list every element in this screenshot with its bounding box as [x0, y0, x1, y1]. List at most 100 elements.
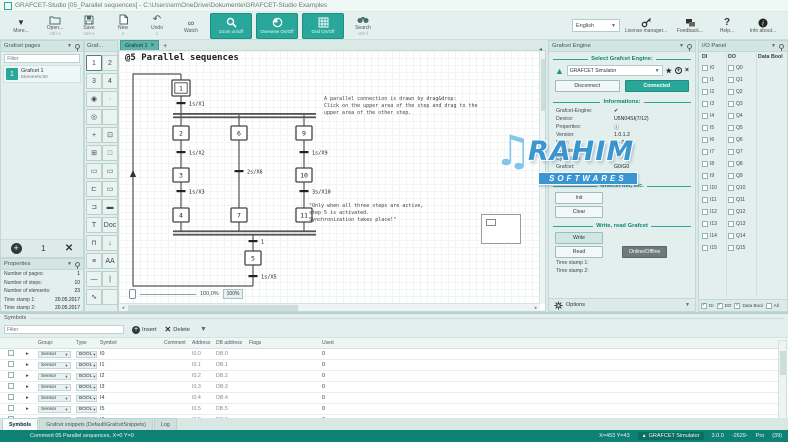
insert-button[interactable]: + Insert — [132, 326, 157, 334]
palette-item[interactable]: T — [86, 217, 102, 233]
io-filter-toggle[interactable]: All — [766, 303, 779, 309]
transition[interactable] — [249, 240, 258, 242]
scroll-left-icon[interactable]: ◂ — [119, 305, 127, 311]
grafcet-canvas[interactable]: @5 Parallel sequences — [118, 50, 546, 312]
palette-item[interactable]: ▬ — [102, 199, 118, 215]
bottom-tab[interactable]: Grafcet snippets (Default\GrafcetSnippet… — [39, 418, 153, 430]
chevron-down-icon[interactable]: ▼ — [685, 302, 690, 308]
do-checkbox[interactable] — [728, 113, 734, 119]
init-button[interactable]: Init — [555, 192, 603, 204]
palette-item[interactable]: ⊡ — [102, 127, 118, 143]
palette-item[interactable]: ▭ — [102, 181, 118, 197]
feedback-button[interactable]: Feedback... — [672, 13, 708, 39]
page-list-item[interactable]: 1 Grafcet 1 Elements:50 — [3, 65, 81, 83]
close-tab-icon[interactable]: × — [151, 43, 155, 49]
type-dropdown[interactable]: BOOL▼ — [76, 373, 97, 380]
palette-item[interactable]: 4 — [102, 73, 118, 89]
symbol-row[interactable]: ▸ Sensor▼ BOOL▼ I3 I0.3 DB.3 0 — [0, 382, 788, 393]
di-checkbox[interactable] — [702, 173, 708, 179]
scroll-thumb[interactable] — [780, 351, 786, 375]
zoom-slider[interactable] — [129, 289, 136, 299]
symbol-row[interactable]: ▸ Sensor▼ BOOL▼ I1 I0.1 DB.1 0 — [0, 360, 788, 371]
do-checkbox[interactable] — [728, 173, 734, 179]
di-checkbox[interactable] — [702, 161, 708, 167]
do-checkbox[interactable] — [728, 161, 734, 167]
io-filter-toggle[interactable]: ✓ DO — [717, 303, 732, 309]
group-dropdown[interactable]: Sensor▼ — [38, 362, 71, 369]
checkbox[interactable]: ✓ — [701, 303, 707, 309]
di-checkbox[interactable] — [702, 137, 708, 143]
info-about-button[interactable]: i Info about... — [746, 13, 780, 39]
row-checkbox[interactable] — [8, 394, 14, 400]
add-page-button[interactable]: + — [11, 243, 22, 254]
help-button[interactable]: ? Help... — [712, 13, 742, 39]
zoom-reset-button[interactable]: 100% — [223, 289, 244, 299]
palette-item[interactable]: ≡ — [86, 253, 102, 269]
tab-grafcet-1[interactable]: Grafcet 1 × — [120, 40, 159, 50]
do-checkbox[interactable] — [728, 65, 734, 71]
expand-arrow-icon[interactable]: ▸ — [22, 395, 38, 401]
chevron-down-icon[interactable]: ▼ — [67, 261, 72, 267]
palette-item[interactable]: ⊏ — [86, 181, 102, 197]
collapse-panel-icon[interactable]: ◂ — [539, 46, 542, 53]
do-checkbox[interactable] — [728, 125, 734, 131]
disconnect-button[interactable]: Disconnect — [555, 80, 620, 92]
scroll-thumb[interactable] — [128, 305, 298, 311]
delete-page-button[interactable]: ✕ — [65, 243, 73, 254]
row-checkbox[interactable] — [8, 361, 14, 367]
chevron-down-icon[interactable]: ▼ — [200, 326, 207, 333]
write-button[interactable]: Write — [555, 232, 603, 244]
transition[interactable] — [177, 102, 186, 104]
di-checkbox[interactable] — [702, 221, 708, 227]
read-button[interactable]: Read — [555, 246, 603, 258]
scroll-thumb[interactable] — [541, 59, 546, 111]
palette-item[interactable]: ▭ — [102, 163, 118, 179]
engine-remove-icon[interactable]: × — [685, 67, 689, 74]
di-checkbox[interactable] — [702, 113, 708, 119]
options-label[interactable]: Options — [566, 302, 585, 308]
type-dropdown[interactable]: BOOL▼ — [76, 351, 97, 358]
type-dropdown[interactable]: BOOL▼ — [76, 395, 97, 402]
row-checkbox[interactable] — [8, 383, 14, 389]
watch-button[interactable]: ∞ Watch — [174, 13, 208, 39]
language-select[interactable]: English ▼ — [572, 19, 620, 32]
pin-icon[interactable] — [75, 262, 80, 267]
di-checkbox[interactable] — [702, 101, 708, 107]
gear-icon[interactable] — [554, 301, 563, 310]
undo-button[interactable]: ↶ Undo z — [140, 13, 174, 39]
zoom-toggle-button[interactable]: Zoom on/off — [210, 13, 252, 39]
symbol-row[interactable]: ▸ Sensor▼ BOOL▼ I2 I0.2 DB.2 0 — [0, 371, 788, 382]
transition[interactable] — [300, 151, 309, 153]
symbol-row[interactable]: ▸ Sensor▼ BOOL▼ I5 I0.5 DB.5 0 — [0, 404, 788, 415]
type-dropdown[interactable]: BOOL▼ — [76, 362, 97, 369]
palette-item[interactable] — [102, 109, 118, 125]
symbol-row[interactable]: ▸ Sensor▼ BOOL▼ I4 I0.4 DB.4 0 — [0, 393, 788, 404]
horizontal-scrollbar[interactable]: ◂ ▸ — [119, 303, 540, 312]
group-dropdown[interactable]: Sensor▼ — [38, 384, 71, 391]
comment-box[interactable] — [481, 214, 521, 244]
engine-select[interactable]: GRAFCET Simulator ▼ — [567, 65, 663, 76]
palette-item[interactable]: AA — [102, 253, 118, 269]
transition[interactable] — [235, 170, 244, 172]
pin-icon[interactable] — [687, 44, 692, 49]
palette-item[interactable] — [102, 289, 118, 305]
group-dropdown[interactable]: Sensor▼ — [38, 395, 71, 402]
expand-arrow-icon[interactable]: ▸ — [22, 384, 38, 390]
palette-item[interactable]: 1 — [86, 55, 102, 71]
open-button[interactable]: Open... ctrl+o — [38, 13, 72, 39]
pages-filter-input[interactable] — [4, 54, 79, 63]
grid-toggle-button[interactable]: Grid On/Off — [302, 13, 344, 39]
di-checkbox[interactable] — [702, 89, 708, 95]
group-dropdown[interactable]: Sensor▼ — [38, 406, 71, 413]
more-button[interactable]: ▼ More... — [4, 13, 38, 39]
new-tab-button[interactable]: + — [161, 43, 169, 50]
di-checkbox[interactable] — [702, 185, 708, 191]
row-checkbox[interactable] — [8, 372, 14, 378]
type-dropdown[interactable]: BOOL▼ — [76, 384, 97, 391]
overview-toggle-button[interactable]: Overview On/Off — [256, 13, 298, 39]
transition[interactable] — [300, 190, 309, 192]
checkbox[interactable]: ✓ — [717, 303, 723, 309]
type-dropdown[interactable]: BOOL▼ — [76, 406, 97, 413]
palette-item[interactable]: ⊞ — [86, 145, 102, 161]
engine-add-icon[interactable]: + — [675, 67, 682, 74]
